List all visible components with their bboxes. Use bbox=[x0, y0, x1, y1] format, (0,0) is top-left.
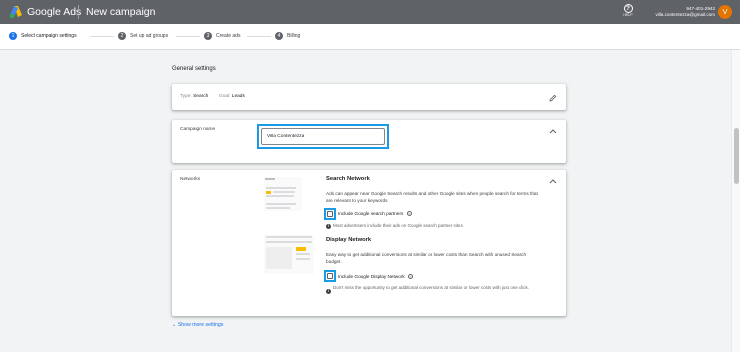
step-number: 4 bbox=[275, 32, 283, 40]
type-label: Type: bbox=[180, 94, 192, 99]
step-connector bbox=[176, 36, 200, 37]
step-label: Billing bbox=[287, 33, 301, 39]
info-icon: ! bbox=[326, 224, 331, 229]
display-network-option[interactable]: Include Google Display Network ? bbox=[338, 274, 414, 280]
display-network-illustration bbox=[264, 235, 314, 274]
step-connector bbox=[90, 36, 114, 37]
account-email: villa.contentezza@gmail.com bbox=[655, 12, 715, 17]
show-more-settings-link[interactable]: ⌄ Show more settings bbox=[172, 322, 223, 328]
search-partners-option[interactable]: Include Google search partners ? bbox=[338, 211, 412, 217]
checkbox-highlight bbox=[324, 270, 336, 282]
search-partners-checkbox[interactable] bbox=[327, 211, 333, 217]
pencil-icon[interactable] bbox=[549, 94, 557, 102]
display-network-checkbox[interactable] bbox=[327, 273, 333, 279]
checkbox-highlight bbox=[324, 208, 336, 220]
step-number: 1 bbox=[9, 32, 17, 40]
brand-divider bbox=[78, 5, 79, 19]
display-network-title: Display Network bbox=[326, 237, 372, 243]
campaign-name-label: Campaign name bbox=[180, 127, 216, 132]
page-title: New campaign bbox=[86, 6, 156, 18]
search-partners-label: Include Google search partners bbox=[338, 211, 404, 216]
search-partners-note: Most advertisers include their ads on Go… bbox=[333, 223, 463, 228]
goal-label: Goal: bbox=[218, 94, 231, 99]
step-billing[interactable]: 4 Billing bbox=[275, 32, 300, 40]
campaign-name-input[interactable] bbox=[261, 128, 385, 145]
help-circle-icon[interactable]: ? bbox=[408, 274, 414, 280]
networks-card: Networks Search Network Ads can appear n… bbox=[172, 170, 566, 316]
step-number: 2 bbox=[118, 32, 126, 40]
search-network-description: Ads can appear near Google Search result… bbox=[326, 191, 538, 203]
chevron-down-icon: ⌄ bbox=[172, 322, 177, 328]
campaign-type-goal: Type: Search Goal: Leads bbox=[180, 94, 245, 99]
step-label: Create ads bbox=[216, 33, 241, 39]
step-label: Set up ad groups bbox=[130, 33, 169, 39]
step-select-campaign-settings[interactable]: 1 Select campaign settings bbox=[9, 32, 77, 40]
scrollbar-thumb[interactable] bbox=[734, 128, 739, 184]
campaign-name-card: Campaign name bbox=[172, 120, 566, 163]
campaign-stepper: 1 Select campaign settings 2 Set up ad g… bbox=[0, 24, 740, 50]
account-info[interactable]: 947-401-2942 villa.contentezza@gmail.com bbox=[655, 6, 715, 18]
google-ads-logo-icon[interactable] bbox=[9, 5, 23, 19]
show-more-label: Show more settings bbox=[177, 322, 224, 328]
networks-label: Networks bbox=[180, 177, 200, 182]
step-set-up-ad-groups[interactable]: 2 Set up ad groups bbox=[118, 32, 168, 40]
chevron-up-icon[interactable] bbox=[549, 128, 557, 134]
info-icon: ! bbox=[326, 289, 331, 294]
goal-value: Leads bbox=[231, 94, 245, 99]
display-network-note: Don't miss the opportunity to get additi… bbox=[333, 285, 529, 290]
display-network-description: Easy way to get additional conversions a… bbox=[326, 252, 527, 264]
type-value: Search bbox=[193, 94, 209, 99]
step-connector bbox=[247, 36, 271, 37]
step-label: Select campaign settings bbox=[21, 33, 77, 39]
campaign-summary-card[interactable]: Type: Search Goal: Leads bbox=[172, 84, 566, 110]
display-network-label: Include Google Display Network bbox=[338, 274, 405, 279]
step-create-ads[interactable]: 3 Create ads bbox=[204, 32, 240, 40]
search-network-title: Search Network bbox=[326, 176, 370, 182]
section-title: General settings bbox=[172, 66, 216, 72]
brand-name: Google Ads bbox=[27, 6, 82, 18]
search-network-illustration bbox=[264, 177, 302, 211]
help-icon: ? bbox=[623, 4, 633, 13]
chevron-up-icon[interactable] bbox=[549, 178, 557, 184]
top-app-bar: Google Ads New campaign ? HELP 947-401-2… bbox=[0, 0, 740, 24]
avatar[interactable]: V bbox=[718, 5, 732, 19]
help-button[interactable]: ? HELP bbox=[621, 4, 635, 20]
step-number: 3 bbox=[204, 32, 212, 40]
page-scrollbar[interactable] bbox=[731, 50, 740, 352]
help-circle-icon[interactable]: ? bbox=[406, 211, 412, 217]
help-label: HELP bbox=[623, 13, 633, 17]
